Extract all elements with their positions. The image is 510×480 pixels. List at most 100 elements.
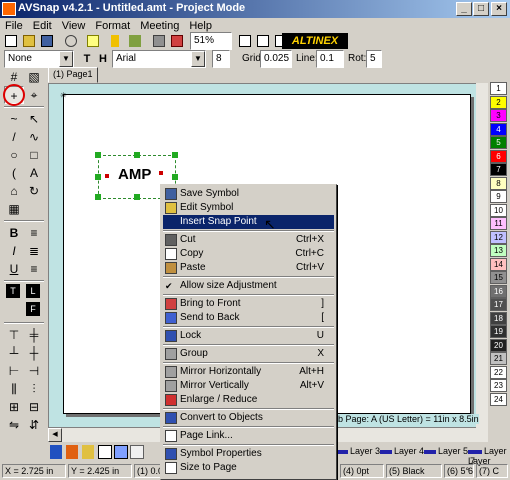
resize-handle[interactable] [134, 152, 140, 158]
color-swatch-23[interactable]: 23 [490, 379, 507, 392]
align-top-icon[interactable]: ⊤ [4, 326, 24, 344]
layer-toggle-icon[interactable] [130, 445, 144, 459]
curve-tool-icon[interactable]: ~ [4, 110, 24, 128]
rectangle-tool-icon[interactable]: □ [24, 146, 44, 164]
color-swatch-3[interactable]: 3 [490, 109, 507, 122]
menu-item-insert-snap-point[interactable]: Insert Snap Point [163, 215, 334, 229]
bold-tool-icon[interactable]: B [4, 224, 24, 242]
align-middle-icon[interactable]: ╪ [24, 326, 44, 344]
menu-item-group[interactable]: Group X [163, 347, 334, 361]
menu-item-mirror-vertically[interactable]: Mirror Vertically Alt+V [163, 379, 334, 393]
cut-icon [165, 234, 177, 246]
text-left-icon[interactable]: L [26, 284, 40, 298]
color-swatch-18[interactable]: 18 [490, 311, 507, 325]
resize-handle[interactable] [95, 174, 101, 180]
align-right-icon[interactable]: ⊣ [24, 362, 44, 380]
size-same2-icon[interactable]: ⊟ [24, 398, 44, 416]
mouse-cursor-icon: ↖ [264, 216, 276, 232]
color-swatch-15[interactable]: 15 [490, 271, 507, 284]
tab-page1[interactable]: (1) Page1 [48, 67, 98, 83]
align-center-icon[interactable]: ┼ [24, 344, 44, 362]
color-swatch-21[interactable]: 21 [490, 352, 507, 365]
menu-item-mirror-horizontally[interactable]: Mirror Horizontally Alt+H [163, 365, 334, 379]
pointer-tool-icon[interactable]: ↖ [24, 110, 44, 128]
line-tool-icon[interactable]: / [4, 128, 24, 146]
color-swatch-13[interactable]: 13 [490, 244, 507, 257]
color-swatch-11[interactable]: 11 [490, 217, 507, 230]
color-swatch-7[interactable]: 7 [490, 163, 507, 176]
close-button[interactable]: × [491, 2, 507, 16]
resize-handle[interactable] [172, 152, 178, 158]
maximize-button[interactable]: □ [473, 2, 489, 16]
color-swatch-8[interactable]: 8 [490, 176, 507, 190]
align-bottom-icon[interactable]: ┴ [4, 344, 24, 362]
layer-4[interactable]: Layer 4 [380, 446, 424, 456]
layer-5[interactable]: Layer 5 [424, 446, 468, 456]
color-swatch-16[interactable]: 16 [490, 284, 507, 298]
color-swatch-20[interactable]: 20 [490, 338, 507, 352]
ellipse-tool-icon[interactable]: ○ [4, 146, 24, 164]
menu-item-symbol-properties[interactable]: Symbol Properties [163, 447, 334, 461]
resize-handle[interactable] [134, 194, 140, 200]
color-swatch-1[interactable]: 1 [490, 82, 507, 95]
arc-tool-icon[interactable]: ( [4, 164, 24, 182]
layer-page-icon[interactable] [98, 445, 112, 459]
color-swatch-14[interactable]: 14 [490, 257, 507, 271]
color-swatch-6[interactable]: 6 [490, 149, 507, 163]
resize-handle[interactable] [172, 174, 178, 180]
minimize-button[interactable]: _ [456, 2, 472, 16]
menu-item-cut[interactable]: Cut Ctrl+X [163, 233, 334, 247]
resize-handle[interactable] [95, 152, 101, 158]
layer-tool3-icon[interactable] [82, 445, 94, 459]
menu-item-enlarge-reduce[interactable]: Enlarge / Reduce [163, 393, 334, 407]
color-swatch-24[interactable]: 24 [490, 392, 507, 406]
vertical-scrollbar[interactable] [476, 83, 488, 428]
menu-item-bring-to-front[interactable]: Bring to Front] [163, 297, 334, 311]
menu-item-save-symbol[interactable]: Save Symbol [163, 187, 334, 201]
color-swatch-5[interactable]: 5 [490, 136, 507, 149]
align3-tool-icon[interactable]: ≡ [24, 260, 44, 278]
image-tool-icon[interactable]: ▦ [4, 200, 24, 218]
menu-item-allow-size-adjustment[interactable]: ✔ Allow size Adjustment [163, 279, 334, 293]
size-same-icon[interactable]: ⊞ [4, 398, 24, 416]
layer-3[interactable]: Layer 3 [336, 446, 380, 456]
layer-tool2-icon[interactable] [66, 445, 78, 459]
color-swatch-12[interactable]: 12 [490, 230, 507, 244]
symbol-tool-icon[interactable]: ▧ [24, 68, 44, 86]
color-swatch-2[interactable]: 2 [490, 95, 507, 109]
color-swatch-22[interactable]: 22 [490, 365, 507, 379]
color-swatch-4[interactable]: 4 [490, 122, 507, 136]
resize-handle[interactable] [95, 194, 101, 200]
bucket-tool-icon[interactable]: ⌂ [4, 182, 24, 200]
italic-tool-icon[interactable]: I [4, 242, 24, 260]
text-fill-icon[interactable]: F [26, 302, 40, 316]
connector-tool-icon[interactable]: ∿ [24, 128, 44, 146]
layer-view-icon[interactable] [114, 445, 128, 459]
text-top-icon[interactable]: T [6, 284, 20, 298]
scroll-left-button[interactable]: ◀ [48, 428, 62, 442]
color-swatch-10[interactable]: 10 [490, 203, 507, 217]
layer-tool-icon[interactable] [50, 445, 62, 459]
menu-item-send-to-back[interactable]: Send to Back [ [163, 311, 334, 325]
menu-item-lock[interactable]: Lock U [163, 329, 334, 343]
menu-item-page-link[interactable]: Page Link... [163, 429, 334, 443]
distribute-icon[interactable]: ⇋ [4, 416, 24, 434]
pin-tool-icon[interactable]: ⌖ [24, 86, 44, 104]
align-tool-icon[interactable]: ≡ [24, 224, 44, 242]
color-swatch-9[interactable]: 9 [490, 190, 507, 203]
menu-item-copy[interactable]: Copy Ctrl+C [163, 247, 334, 261]
menu-item-paste[interactable]: Paste Ctrl+V [163, 261, 334, 275]
align2-tool-icon[interactable]: ≣ [24, 242, 44, 260]
menu-item-edit-symbol[interactable]: Edit Symbol [163, 201, 334, 215]
color-swatch-17[interactable]: 17 [490, 298, 507, 311]
menu-item-size-to-page[interactable]: Size to Page [163, 461, 334, 475]
menu-item-convert-to-objects[interactable]: Convert to Objects [163, 411, 334, 425]
rotate-tool-icon[interactable]: ↻ [24, 182, 44, 200]
space-h-icon[interactable]: ⫼ [4, 380, 24, 398]
space-v-icon[interactable]: ⫶ [24, 380, 44, 398]
distribute2-icon[interactable]: ⇵ [24, 416, 44, 434]
align-left-icon[interactable]: ⊢ [4, 362, 24, 380]
underline-tool-icon[interactable]: U [4, 260, 24, 278]
text-tool-icon[interactable]: A [24, 164, 44, 182]
color-swatch-19[interactable]: 19 [490, 325, 507, 338]
